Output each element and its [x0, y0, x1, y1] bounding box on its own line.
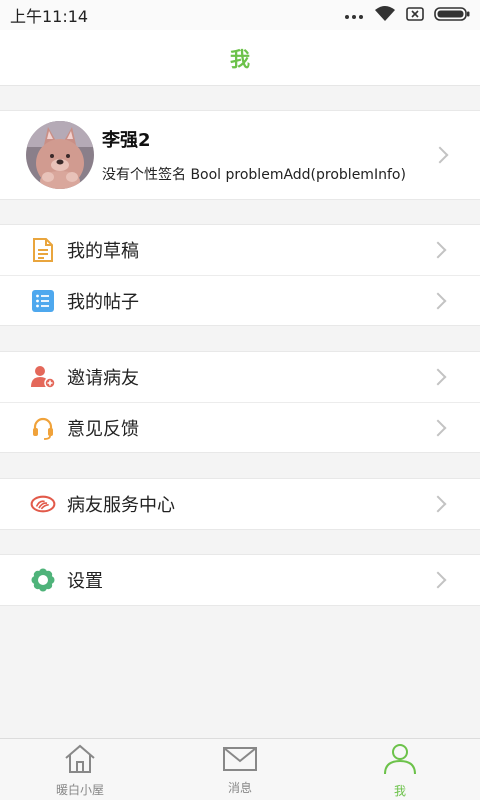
menu-label: 意见反馈 — [67, 418, 139, 440]
chevron-right-icon — [429, 368, 447, 386]
menu-label: 我的帖子 — [67, 291, 139, 313]
sim-icon — [406, 6, 424, 25]
profile-signature: 没有个性签名 Bool problemAdd(problemInfo) — [102, 167, 406, 183]
menu-group-community: 邀请病友 意见反馈 — [0, 351, 480, 453]
tab-label: 暖白小屋 — [55, 782, 104, 797]
menu-group-service: 病友服务中心 — [0, 478, 480, 530]
avatar[interactable] — [26, 121, 94, 189]
tab-home[interactable]: 暖白小屋 — [0, 739, 160, 800]
mail-icon — [222, 746, 258, 776]
status-bar: 上午11:14 — [0, 0, 480, 30]
menu-label: 病友服务中心 — [67, 495, 175, 516]
page-title: 我 — [230, 47, 250, 71]
chevron-right-icon — [429, 571, 447, 589]
battery-icon — [434, 6, 470, 25]
status-icons — [344, 5, 470, 25]
menu-group-content: 我的草稿 我的帖子 — [0, 224, 480, 326]
menu-item-feedback[interactable]: 意见反馈 — [0, 402, 480, 452]
menu-label: 设置 — [67, 571, 103, 592]
menu-item-service-center[interactable]: 病友服务中心 — [0, 479, 480, 529]
profile-info: 李强2 没有个性签名 Bool problemAdd(problemInfo) — [102, 126, 454, 184]
chevron-right-icon — [429, 495, 447, 513]
bottom-tab-bar: 暖白小屋 消息 我 — [0, 738, 480, 800]
headset-icon — [30, 415, 56, 441]
menu-item-invite[interactable]: 邀请病友 — [0, 352, 480, 402]
tab-me[interactable]: 我 — [320, 739, 480, 800]
chevron-right-icon — [429, 419, 447, 437]
menu-item-posts[interactable]: 我的帖子 — [0, 275, 480, 325]
tab-messages[interactable]: 消息 — [160, 739, 320, 800]
menu-item-settings[interactable]: 设置 — [0, 555, 480, 605]
chevron-right-icon — [429, 241, 447, 259]
invite-user-icon — [30, 364, 56, 390]
menu-item-drafts[interactable]: 我的草稿 — [0, 225, 480, 275]
signal-dots-icon — [344, 6, 364, 25]
menu-label: 我的草稿 — [67, 241, 139, 262]
profile-card[interactable]: 李强2 没有个性签名 Bool problemAdd(problemInfo) — [0, 110, 480, 200]
tab-label: 我 — [393, 783, 406, 798]
title-bar: 我 — [0, 30, 480, 86]
settings-gear-icon — [30, 567, 56, 593]
status-time: 上午11:14 — [10, 7, 89, 26]
draft-doc-icon — [30, 237, 56, 263]
menu-label: 邀请病友 — [67, 368, 139, 389]
handshake-icon — [30, 491, 56, 517]
profile-name: 李强2 — [102, 130, 151, 151]
wifi-icon — [374, 5, 396, 25]
menu-group-settings: 设置 — [0, 554, 480, 606]
tab-label: 消息 — [227, 780, 252, 795]
home-icon — [63, 744, 97, 778]
person-icon — [383, 743, 417, 779]
chevron-right-icon — [429, 292, 447, 310]
post-list-icon — [30, 288, 56, 314]
